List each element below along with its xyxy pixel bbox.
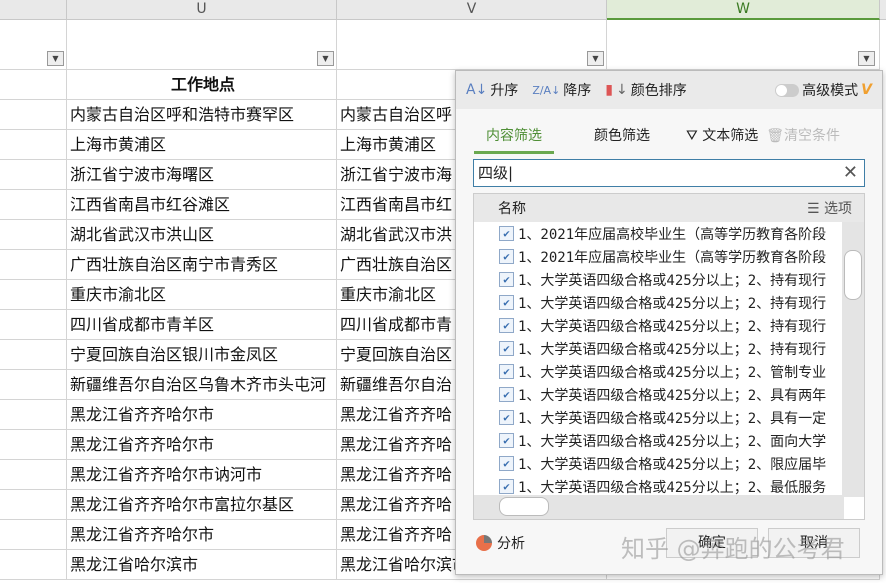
vertical-scrollbar[interactable] xyxy=(842,222,864,497)
table-cell[interactable]: 上海市黄浦区 xyxy=(67,130,337,160)
column-header-x[interactable] xyxy=(880,0,886,20)
filter-list-item[interactable]: ✔ 1、大学英语四级合格或425分以上；2、具有一定 xyxy=(474,406,844,429)
table-cell[interactable] xyxy=(0,430,67,460)
sort-descending-button[interactable]: Z/A↓ 降序 xyxy=(532,80,591,100)
table-cell[interactable] xyxy=(0,460,67,490)
sort-ascending-button[interactable]: A↓ 升序 xyxy=(466,80,518,100)
clear-search-icon[interactable]: ✕ xyxy=(843,160,858,186)
advanced-mode-toggle[interactable]: 高级模式 V xyxy=(775,80,872,100)
checkbox-checked-icon[interactable]: ✔ xyxy=(499,364,514,379)
table-cell[interactable]: 内蒙古自治区呼和浩特市赛罕区 xyxy=(67,100,337,130)
table-cell[interactable]: 浙江省宁波市海曙区 xyxy=(67,160,337,190)
cell-t-header[interactable] xyxy=(0,70,67,100)
sort-by-color-button[interactable]: ▮ ↓ 颜色排序 xyxy=(605,80,686,100)
filter-list-item[interactable]: ✔ 1、大学英语四级合格或425分以上；2、面向大学 xyxy=(474,429,844,452)
table-cell[interactable] xyxy=(0,340,67,370)
table-cell[interactable]: 江西省南昌市红谷滩区 xyxy=(67,190,337,220)
column-header-t[interactable] xyxy=(0,0,67,20)
table-cell[interactable] xyxy=(0,490,67,520)
pie-chart-icon xyxy=(476,535,492,551)
checkbox-checked-icon[interactable]: ✔ xyxy=(499,456,514,471)
table-cell[interactable] xyxy=(0,250,67,280)
filter-list-item[interactable]: ✔ 1、2021年应届高校毕业生（高等学历教育各阶段 xyxy=(474,245,844,268)
filter-row-w xyxy=(607,20,880,70)
checkbox-checked-icon[interactable]: ✔ xyxy=(499,433,514,448)
filter-list-item[interactable]: ✔ 1、大学英语四级合格或425分以上；2、持有现行 xyxy=(474,291,844,314)
clear-conditions-button[interactable]: 🗑清空条件 xyxy=(766,125,840,145)
table-cell[interactable] xyxy=(0,550,67,580)
table-cell[interactable] xyxy=(0,190,67,220)
filter-search-input[interactable]: 四级| ✕ xyxy=(473,159,865,187)
table-cell[interactable] xyxy=(0,310,67,340)
watermark: 知乎 @奔跑的公考君 xyxy=(621,535,845,563)
filter-list-item[interactable]: ✔ 1、大学英语四级合格或425分以上；2、持有现行 xyxy=(474,337,844,360)
table-cell[interactable]: 宁夏回族自治区银川市金凤区 xyxy=(67,340,337,370)
table-cell[interactable]: 黑龙江省齐齐哈尔市讷河市 xyxy=(67,460,337,490)
checkbox-checked-icon[interactable]: ✔ xyxy=(499,387,514,402)
table-cell[interactable]: 黑龙江省齐齐哈尔市富拉尔基区 xyxy=(67,490,337,520)
checkbox-checked-icon[interactable]: ✔ xyxy=(499,295,514,310)
table-cell[interactable]: 四川省成都市青羊区 xyxy=(67,310,337,340)
filter-list-item[interactable]: ✔ 1、大学英语四级合格或425分以上；2、管制专业 xyxy=(474,360,844,383)
column-header-v[interactable]: V xyxy=(337,0,607,20)
filter-list-item[interactable]: ✔ 1、大学英语四级合格或425分以上；2、持有现行 xyxy=(474,314,844,337)
filter-value-list: 名称 ☰ 选项 ✔ 1、2021年应届高校毕业生（高等学历教育各阶段 ✔ 1、2021年… xyxy=(473,193,865,520)
table-cell[interactable] xyxy=(0,100,67,130)
table-cell[interactable] xyxy=(0,280,67,310)
column-header-w[interactable]: W xyxy=(607,0,880,20)
table-cell[interactable] xyxy=(0,400,67,430)
filter-funnel-icon: ⛛ xyxy=(686,128,698,144)
filter-list-item[interactable]: ✔ 1、大学英语四级合格或425分以上；2、具有两年 xyxy=(474,383,844,406)
table-cell[interactable]: 广西壮族自治区南宁市青秀区 xyxy=(67,250,337,280)
sort-toolbar: A↓ 升序 Z/A↓ 降序 ▮ ↓ 颜色排序 高级模式 V xyxy=(456,71,882,109)
options-button[interactable]: ☰ 选项 xyxy=(807,198,852,218)
trash-icon: 🗑 xyxy=(766,128,784,144)
table-cell[interactable]: 黑龙江省齐齐哈尔市 xyxy=(67,520,337,550)
filter-dropdown-t[interactable]: ▼ xyxy=(47,51,64,66)
table-cell[interactable]: 黑龙江省齐齐哈尔市 xyxy=(67,430,337,460)
tab-content-filter[interactable]: 内容筛选 xyxy=(474,121,554,154)
table-cell[interactable] xyxy=(0,370,67,400)
vip-icon: V xyxy=(861,82,872,98)
filter-dropdown-v[interactable]: ▼ xyxy=(587,51,604,66)
filter-row-u xyxy=(67,20,337,70)
sort-desc-icon: Z/A↓ xyxy=(532,83,561,97)
filter-list-item[interactable]: ✔ 1、2021年应届高校毕业生（高等学历教育各阶段 xyxy=(474,222,844,245)
checkbox-checked-icon[interactable]: ✔ xyxy=(499,410,514,425)
filter-list-item[interactable]: ✔ 1、大学英语四级合格或425分以上；2、持有现行 xyxy=(474,268,844,291)
checkbox-checked-icon[interactable]: ✔ xyxy=(499,341,514,356)
filter-row-v xyxy=(337,20,607,70)
tab-color-filter[interactable]: 颜色筛选 xyxy=(582,121,662,154)
checkbox-checked-icon[interactable]: ✔ xyxy=(499,479,514,494)
list-header: 名称 ☰ 选项 xyxy=(474,194,864,222)
checkbox-checked-icon[interactable]: ✔ xyxy=(499,272,514,287)
filter-dropdown-u[interactable]: ▼ xyxy=(317,51,334,66)
column-header-u[interactable]: U xyxy=(67,0,337,20)
table-cell[interactable] xyxy=(0,220,67,250)
table-cell[interactable]: 黑龙江省齐齐哈尔市 xyxy=(67,400,337,430)
filter-list-item[interactable]: ✔ 1、大学英语四级合格或425分以上；2、限应届毕 xyxy=(474,452,844,475)
checkbox-checked-icon[interactable]: ✔ xyxy=(499,249,514,264)
color-sort-icon: ▮ ↓ xyxy=(605,82,628,98)
text-filter-button[interactable]: ⛛ 文本筛选 xyxy=(686,125,758,145)
horizontal-scrollbar[interactable] xyxy=(474,495,844,519)
table-cell[interactable] xyxy=(0,520,67,550)
filter-popup: A↓ 升序 Z/A↓ 降序 ▮ ↓ 颜色排序 高级模式 V 内容筛选 颜色筛选 ⛛ 文本筛… xyxy=(455,70,883,575)
table-cell[interactable] xyxy=(0,130,67,160)
checkbox-checked-icon[interactable]: ✔ xyxy=(499,226,514,241)
toggle-switch-icon xyxy=(775,83,800,97)
analyze-button[interactable]: 分析 xyxy=(476,533,525,553)
filter-dropdown-w[interactable]: ▼ xyxy=(858,51,875,66)
table-cell[interactable]: 黑龙江省哈尔滨市 xyxy=(67,550,337,580)
cell-u-header[interactable]: 工作地点 xyxy=(67,70,337,100)
table-cell[interactable]: 湖北省武汉市洪山区 xyxy=(67,220,337,250)
table-cell[interactable] xyxy=(0,160,67,190)
table-cell[interactable]: 新疆维吾尔自治区乌鲁木齐市头屯河 xyxy=(67,370,337,400)
sort-asc-icon: A↓ xyxy=(466,82,488,98)
checkbox-checked-icon[interactable]: ✔ xyxy=(499,318,514,333)
table-cell[interactable]: 重庆市渝北区 xyxy=(67,280,337,310)
